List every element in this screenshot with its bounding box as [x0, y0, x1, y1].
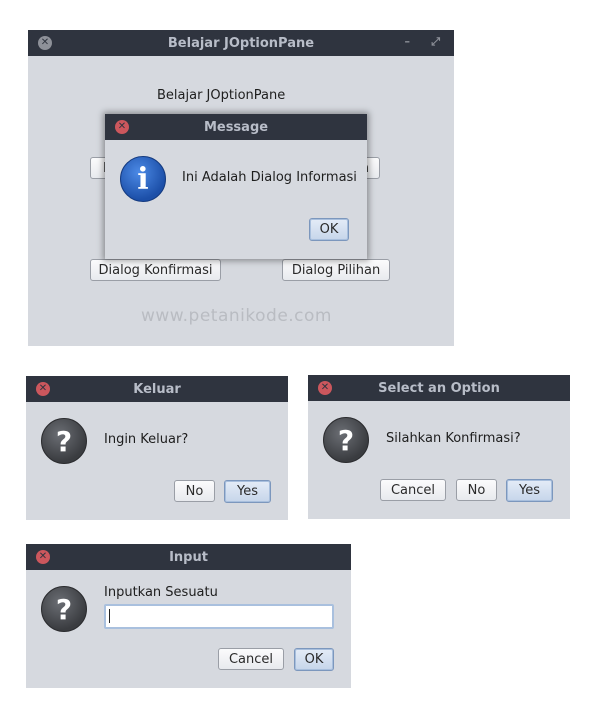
ok-button[interactable]: OK — [294, 648, 334, 671]
dialog-konfirmasi-label: Dialog Konfirmasi — [98, 262, 213, 278]
main-window-title: Belajar JOptionPane — [167, 35, 315, 51]
option-text: Silahkan Konfirmasi? — [386, 431, 521, 446]
close-icon[interactable]: ✕ — [318, 381, 332, 395]
yes-button-label: Yes — [519, 483, 540, 498]
main-heading: Belajar JOptionPane — [157, 88, 286, 103]
minimize-icon[interactable]: – — [405, 35, 411, 48]
dialog-konfirmasi-button[interactable]: Dialog Konfirmasi — [90, 259, 221, 281]
input-dialog-titlebar[interactable]: ✕ Input — [26, 544, 351, 570]
close-icon[interactable]: ✕ — [115, 120, 129, 134]
no-button[interactable]: No — [456, 479, 497, 501]
keluar-dialog-title: Keluar — [133, 381, 181, 397]
close-icon[interactable]: ✕ — [36, 382, 50, 396]
no-button-label: No — [467, 482, 486, 498]
keluar-dialog-titlebar[interactable]: ✕ Keluar — [26, 376, 288, 402]
yes-button-label: Yes — [237, 484, 258, 499]
input-dialog-title: Input — [169, 549, 208, 565]
close-icon[interactable]: ✕ — [36, 550, 50, 564]
ok-button[interactable]: OK — [309, 218, 349, 241]
maximize-icon[interactable]: ⤢ — [431, 35, 440, 49]
question-icon: ? — [323, 417, 369, 463]
close-icon[interactable]: ✕ — [38, 36, 52, 50]
yes-button[interactable]: Yes — [506, 479, 553, 502]
no-button-label: No — [185, 483, 204, 499]
dialog-pilihan-label: Dialog Pilihan — [291, 262, 381, 278]
text-caret — [109, 609, 110, 623]
option-dialog-title: Select an Option — [378, 380, 500, 396]
cancel-button-label: Cancel — [228, 651, 274, 667]
watermark: www.petanikode.com — [141, 306, 332, 326]
main-window-titlebar[interactable]: ✕ Belajar JOptionPane – ⤢ — [28, 30, 454, 56]
keluar-text: Ingin Keluar? — [104, 432, 189, 447]
keluar-dialog: ✕ Keluar ? Ingin Keluar? No Yes — [26, 376, 288, 520]
cancel-button[interactable]: Cancel — [380, 479, 446, 501]
cancel-button[interactable]: Cancel — [218, 648, 284, 670]
cancel-button-label: Cancel — [390, 482, 436, 498]
dialog-pilihan-button[interactable]: Dialog Pilihan — [282, 259, 390, 281]
information-icon: i — [120, 156, 166, 202]
message-dialog-titlebar[interactable]: ✕ Message — [105, 114, 367, 140]
question-icon: ? — [41, 418, 87, 464]
question-icon: ? — [41, 586, 87, 632]
input-dialog: ✕ Input ? Inputkan Sesuatu Cancel OK — [26, 544, 351, 688]
yes-button[interactable]: Yes — [224, 480, 271, 503]
message-text: Ini Adalah Dialog Informasi — [182, 170, 357, 185]
input-prompt: Inputkan Sesuatu — [104, 585, 218, 600]
message-dialog-title: Message — [203, 119, 269, 135]
message-dialog: ✕ Message i Ini Adalah Dialog Informasi … — [105, 114, 367, 259]
ok-button-label: OK — [319, 222, 339, 237]
ok-button-label: OK — [304, 652, 324, 667]
no-button[interactable]: No — [174, 480, 215, 502]
text-input[interactable] — [104, 604, 334, 629]
option-dialog: ✕ Select an Option ? Silahkan Konfirmasi… — [308, 375, 570, 519]
option-dialog-titlebar[interactable]: ✕ Select an Option — [308, 375, 570, 401]
